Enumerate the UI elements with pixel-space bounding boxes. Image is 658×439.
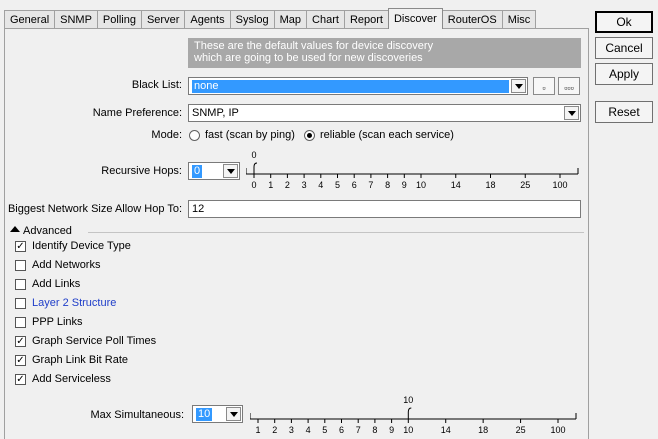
tab-chart[interactable]: Chart: [306, 10, 345, 29]
slider-tick-label: 18: [478, 425, 488, 435]
mode-reliable-label[interactable]: reliable (scan each service): [320, 129, 454, 141]
slider-tick-label: 6: [352, 180, 357, 190]
info-line-1: These are the default values for device …: [194, 40, 434, 52]
checkbox[interactable]: ✓: [15, 374, 26, 385]
slider-tick-label: 14: [441, 425, 451, 435]
max-simultaneous-value: 10: [196, 408, 213, 421]
slider-tick-label: 7: [356, 425, 361, 435]
checkbox-label[interactable]: PPP Links: [32, 316, 83, 328]
checkbox-label[interactable]: Graph Service Poll Times: [32, 335, 156, 347]
slider-tick-label: 1: [268, 180, 273, 190]
checkbox[interactable]: [15, 317, 26, 328]
slider-tick-label: 7: [368, 180, 373, 190]
mode-fast-radio[interactable]: [189, 130, 200, 141]
tab-discover[interactable]: Discover: [387, 8, 443, 29]
slider-tick-label: 5: [335, 180, 340, 190]
slider-tick-label: 8: [372, 425, 377, 435]
recursive-hops-value: 0: [192, 165, 203, 178]
biggest-network-input[interactable]: 12: [188, 200, 581, 218]
slider-tick-label: 10: [403, 425, 413, 435]
checkbox[interactable]: [15, 260, 26, 271]
advanced-label[interactable]: Advanced: [23, 225, 72, 237]
black-list-label: Black List:: [131, 79, 182, 91]
biggest-network-label: Biggest Network Size Allow Hop To:: [7, 203, 182, 215]
advanced-divider: [88, 232, 584, 233]
slider-tick-label: 25: [520, 180, 530, 190]
apply-button[interactable]: Apply: [595, 63, 653, 85]
recursive-hops-slider[interactable]: 0 1 2 3 4 5 6 7 8 9 10 14 18 25 100 0: [246, 148, 580, 194]
slider-tick-label: 9: [402, 180, 407, 190]
slider-tick-label: 0: [251, 180, 256, 190]
checkbox-label[interactable]: Identify Device Type: [32, 240, 131, 252]
slider-handle: [253, 162, 258, 174]
chevron-down-icon[interactable]: [511, 79, 526, 93]
tab-report[interactable]: Report: [343, 10, 389, 29]
tab-syslog[interactable]: Syslog: [229, 10, 275, 29]
checkbox-label[interactable]: Add Serviceless: [32, 373, 111, 385]
tab-snmp[interactable]: SNMP: [54, 10, 98, 29]
ok-button[interactable]: Ok: [595, 11, 653, 33]
mode-reliable-radio[interactable]: [304, 130, 315, 141]
slider-tick-label: 10: [416, 180, 426, 190]
chevron-down-icon[interactable]: [223, 164, 238, 178]
info-line-2: which are going to be used for new disco…: [194, 52, 423, 64]
slider-value-label: 0: [251, 150, 256, 160]
cancel-button[interactable]: Cancel: [595, 37, 653, 59]
max-simultaneous-slider[interactable]: 1 2 3 4 5 6 7 8 9 10 14 18 25 100 10: [250, 393, 578, 439]
name-preference-value: SNMP, IP: [192, 107, 239, 119]
name-preference-select[interactable]: SNMP, IP: [188, 104, 581, 122]
reset-button[interactable]: Reset: [595, 101, 653, 123]
checkbox-label[interactable]: Layer 2 Structure: [32, 297, 116, 309]
checkbox[interactable]: ✓: [15, 241, 26, 252]
black-list-value: none: [192, 80, 509, 93]
slider-tick-label: 5: [322, 425, 327, 435]
black-list-edit-button[interactable]: ▫: [533, 77, 555, 95]
slider-tick-label: 100: [550, 425, 565, 435]
max-simultaneous-label: Max Simultaneous:: [90, 409, 184, 421]
tab-bar: General SNMP Polling Server Agents Syslog Map C…: [4, 8, 537, 29]
slider-tick-label: 3: [302, 180, 307, 190]
tab-map[interactable]: Map: [273, 10, 308, 29]
slider-tick-label: 2: [285, 180, 290, 190]
tab-polling[interactable]: Polling: [96, 10, 142, 29]
recursive-hops-label: Recursive Hops:: [101, 165, 182, 177]
mode-fast-label[interactable]: fast (scan by ping): [205, 129, 295, 141]
checkbox[interactable]: [15, 298, 26, 309]
slider-tick-label: 8: [385, 180, 390, 190]
checkbox-label[interactable]: Graph Link Bit Rate: [32, 354, 128, 366]
checkbox-label[interactable]: Add Networks: [32, 259, 100, 271]
tab-general[interactable]: General: [4, 10, 56, 29]
tab-misc[interactable]: Misc: [501, 10, 537, 29]
tab-agents[interactable]: Agents: [184, 10, 231, 29]
chevron-down-icon[interactable]: [564, 106, 579, 120]
slider-tick-label: 6: [339, 425, 344, 435]
mode-label: Mode:: [151, 129, 182, 141]
info-banner: These are the default values for device …: [188, 38, 581, 68]
slider-handle: [407, 407, 412, 419]
slider-tick-label: 4: [306, 425, 311, 435]
checkbox[interactable]: ✓: [15, 336, 26, 347]
tab-routeros[interactable]: RouterOS: [441, 10, 503, 29]
black-list-select[interactable]: none: [188, 77, 528, 95]
slider-tick-label: 9: [389, 425, 394, 435]
checkbox[interactable]: [15, 279, 26, 290]
checkbox[interactable]: ✓: [15, 355, 26, 366]
slider-tick-label: 4: [318, 180, 323, 190]
slider-tick-label: 1: [255, 425, 260, 435]
name-preference-label: Name Preference:: [92, 107, 182, 119]
slider-value-label: 10: [403, 395, 413, 405]
max-simultaneous-select[interactable]: 10: [192, 405, 243, 423]
checkbox-label[interactable]: Add Links: [32, 278, 80, 290]
black-list-more-button[interactable]: ▫▫▫: [558, 77, 580, 95]
tab-server[interactable]: Server: [140, 10, 186, 29]
slider-tick-label: 18: [485, 180, 495, 190]
slider-tick-label: 100: [552, 180, 567, 190]
slider-tick-label: 25: [516, 425, 526, 435]
slider-tick-label: 2: [272, 425, 277, 435]
slider-tick-label: 3: [289, 425, 294, 435]
recursive-hops-select[interactable]: 0: [188, 162, 240, 180]
chevron-down-icon[interactable]: [226, 407, 241, 421]
slider-tick-label: 14: [451, 180, 461, 190]
